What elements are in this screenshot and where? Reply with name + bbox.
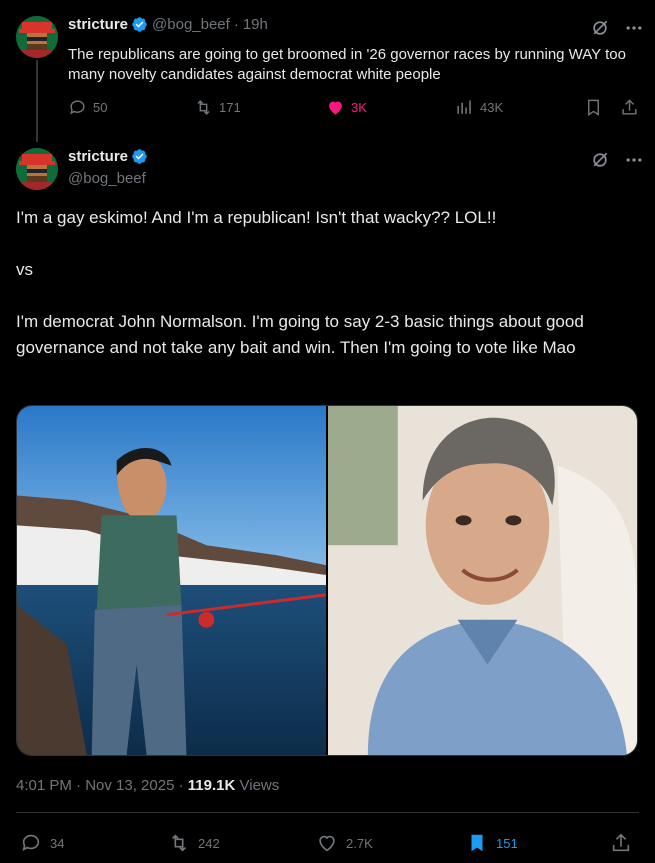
main-like-count: 2.7K <box>346 835 373 851</box>
parent-bookmark-button[interactable] <box>584 98 609 117</box>
divider <box>16 812 639 813</box>
main-handle-row: @bog_beef <box>68 170 146 187</box>
verified-badge-icon <box>132 17 147 32</box>
heart-outline-icon <box>319 835 335 852</box>
tweet-timestamp[interactable]: 4:01 PM · Nov 13, 2025 <box>16 777 174 794</box>
more-options-icon[interactable] <box>624 150 644 170</box>
share-icon <box>622 99 637 115</box>
parent-repost-count: 171 <box>219 100 241 115</box>
main-avatar[interactable] <box>16 148 58 190</box>
grok-icon[interactable] <box>590 150 610 170</box>
share-icon <box>612 833 630 852</box>
more-options-icon[interactable] <box>624 18 644 38</box>
tweet-meta: 4:01 PM · Nov 13, 2025 · 119.1K Views <box>16 777 279 794</box>
main-text-paragraph-3: I'm democrat John Normalson. I'm going t… <box>16 312 584 357</box>
parent-header: stricture @bog_beef · 19h <box>68 16 268 33</box>
main-reply-count: 34 <box>50 835 65 851</box>
main-display-name[interactable]: stricture <box>68 148 128 165</box>
main-action-bar: 34 242 2.7K 151 <box>16 832 641 858</box>
parent-views-button[interactable]: 43K <box>455 98 503 117</box>
parent-time[interactable]: 19h <box>243 16 268 33</box>
bookmark-icon <box>588 99 599 116</box>
verified-badge-icon <box>132 149 147 164</box>
main-header: stricture <box>68 148 148 165</box>
parent-avatar[interactable] <box>16 16 58 58</box>
repost-icon <box>197 100 210 115</box>
main-bookmark-count: 151 <box>496 835 518 851</box>
parent-tweet-text: The republicans are going to get broomed… <box>68 46 626 83</box>
tweet-views-count: 119.1K <box>187 777 236 794</box>
thread-connector <box>36 60 38 142</box>
main-text-paragraph-2: vs <box>16 260 33 279</box>
parent-view-count: 43K <box>480 100 504 115</box>
parent-display-name[interactable]: stricture <box>68 16 128 33</box>
separator-dot: · <box>178 777 188 794</box>
main-tweet-text: I'm a gay eskimo! And I'm a republican! … <box>16 205 641 387</box>
parent-reply-button[interactable]: 50 <box>68 98 107 117</box>
photo-smiling-man[interactable] <box>328 406 637 755</box>
main-handle[interactable]: @bog_beef <box>68 170 146 187</box>
main-repost-count: 242 <box>198 835 220 851</box>
repost-icon <box>171 834 187 852</box>
reply-icon <box>22 834 40 851</box>
bookmark-filled-icon <box>471 834 483 852</box>
views-chart-icon <box>457 100 471 114</box>
parent-reply-count: 50 <box>93 100 108 115</box>
main-like-button[interactable]: 2.7K <box>316 832 373 854</box>
separator-dot: · <box>233 16 239 33</box>
tweet-views-label: Views <box>239 777 280 794</box>
main-top-icons <box>590 150 644 170</box>
main-repost-button[interactable]: 242 <box>168 832 220 854</box>
main-bookmark-button[interactable]: 151 <box>466 832 518 854</box>
heart-filled-icon <box>329 101 342 115</box>
reply-icon <box>70 100 85 115</box>
parent-top-icons <box>590 18 644 38</box>
grok-icon[interactable] <box>590 18 610 38</box>
parent-handle[interactable]: @bog_beef <box>152 16 230 33</box>
main-text-paragraph-1: I'm a gay eskimo! And I'm a republican! … <box>16 208 497 227</box>
parent-action-bar: 50 171 3K 43K <box>68 98 638 126</box>
main-reply-button[interactable]: 34 <box>20 832 64 854</box>
parent-repost-button[interactable]: 171 <box>194 98 241 117</box>
main-share-button[interactable] <box>610 832 640 854</box>
parent-like-button[interactable]: 3K <box>326 98 367 117</box>
parent-like-count: 3K <box>351 100 367 115</box>
photo-fisherman[interactable] <box>17 406 326 755</box>
parent-share-button[interactable] <box>620 98 645 117</box>
media-grid <box>16 405 638 756</box>
